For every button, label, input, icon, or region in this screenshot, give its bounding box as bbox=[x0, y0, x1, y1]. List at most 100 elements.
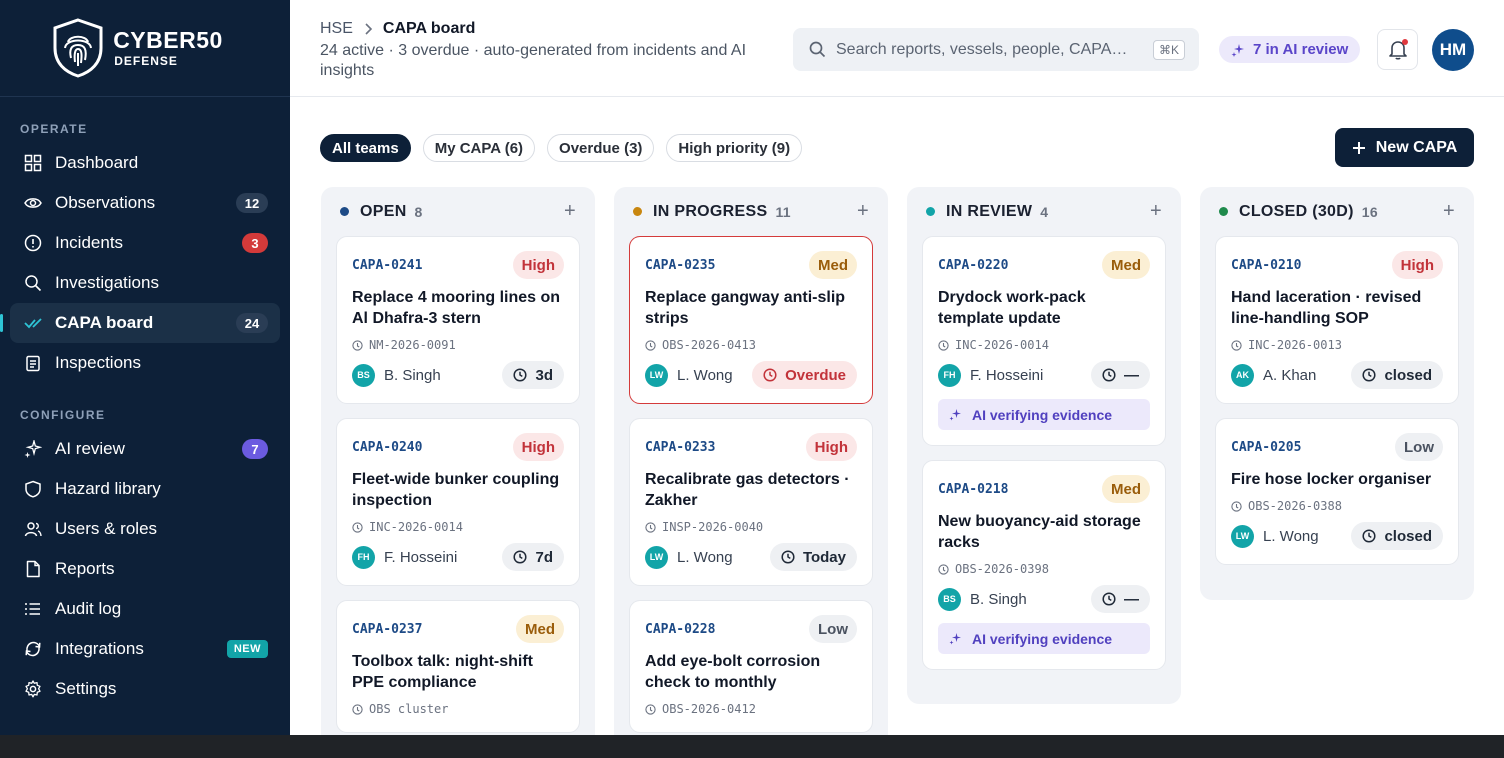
source-link-icon bbox=[352, 339, 363, 351]
ai-review-label: 7 in AI review bbox=[1253, 41, 1349, 58]
source-ref[interactable]: OBS-2026-0412 bbox=[645, 702, 857, 716]
source-ref[interactable]: INC-2026-0013 bbox=[1231, 338, 1443, 352]
sidebar-item-dashboard[interactable]: Dashboard bbox=[10, 143, 280, 183]
brand-name: CYBER50 bbox=[113, 27, 223, 53]
alert-circle-icon bbox=[24, 234, 42, 252]
assignee-avatar: BS bbox=[352, 363, 375, 387]
source-ref[interactable]: INC-2026-0014 bbox=[352, 520, 564, 534]
ai-verifying-label: AI verifying evidence bbox=[972, 406, 1113, 423]
capa-id: CAPA-0228 bbox=[645, 621, 716, 637]
capa-card[interactable]: CAPA-0210 High Hand laceration · revised l… bbox=[1215, 236, 1459, 404]
sidebar-item-incidents[interactable]: Incidents 3 bbox=[10, 223, 280, 263]
source-ref[interactable]: INC-2026-0014 bbox=[938, 338, 1150, 352]
assignee[interactable]: BS B. Singh bbox=[352, 363, 441, 387]
new-capa-button[interactable]: New CAPA bbox=[1335, 128, 1474, 167]
sidebar-item-label: Integrations bbox=[55, 639, 144, 658]
card-title: Fire hose locker organiser bbox=[1231, 471, 1432, 488]
filter-chip-high-priority-9[interactable]: High priority (9) bbox=[666, 134, 803, 162]
capa-card[interactable]: CAPA-0220 Med Drydock work-pack template u… bbox=[922, 236, 1166, 446]
priority-badge: Med bbox=[1102, 475, 1150, 503]
sidebar-item-integrations[interactable]: Integrations NEW bbox=[10, 629, 280, 669]
capa-card[interactable]: CAPA-0237 Med Toolbox talk: night-shift PP… bbox=[336, 600, 580, 733]
sidebar-item-settings[interactable]: Settings bbox=[10, 669, 280, 709]
column-header: IN REVIEW 4 + bbox=[922, 187, 1166, 236]
add-card-icon[interactable]: + bbox=[564, 200, 576, 223]
refresh-icon bbox=[24, 640, 42, 658]
column-header: CLOSED (30D) 16 + bbox=[1215, 187, 1459, 236]
sidebar-item-ai-review[interactable]: AI review 7 bbox=[10, 429, 280, 469]
capa-card[interactable]: CAPA-0205 Low Fire hose locker organiser OB… bbox=[1215, 418, 1459, 565]
top-bar: HSE CAPA board 24 active · 3 overdue · a… bbox=[290, 0, 1504, 97]
capa-card[interactable]: CAPA-0233 High Recalibrate gas detectors ·… bbox=[629, 418, 873, 586]
source-ref[interactable]: NM-2026-0091 bbox=[352, 338, 564, 352]
sidebar-item-inspections[interactable]: Inspections bbox=[10, 343, 280, 383]
clock-icon bbox=[1102, 592, 1116, 606]
assignee[interactable]: FH F. Hosseini bbox=[938, 363, 1044, 387]
assignee[interactable]: LW L. Wong bbox=[1231, 524, 1319, 548]
source-ref[interactable]: OBS cluster bbox=[352, 702, 564, 716]
source-id: OBS-2026-0413 bbox=[662, 338, 756, 352]
card-title: Replace gangway anti-slip strips bbox=[645, 289, 846, 327]
sidebar: CYBER50 DEFENSE OPERATE Dashboard Observa… bbox=[0, 0, 290, 735]
capa-card[interactable]: CAPA-0240 High Fleet-wide bunker coupling … bbox=[336, 418, 580, 586]
breadcrumb-root[interactable]: HSE bbox=[320, 20, 353, 38]
brand-logo[interactable]: CYBER50 DEFENSE bbox=[0, 0, 290, 97]
search-input[interactable]: Search reports, vessels, people, CAPA… bbox=[836, 41, 1153, 59]
add-card-icon[interactable]: + bbox=[857, 200, 869, 223]
add-card-icon[interactable]: + bbox=[1443, 200, 1455, 223]
filter-chip-my-capa-6[interactable]: My CAPA (6) bbox=[422, 134, 536, 162]
column-title: IN REVIEW bbox=[946, 202, 1033, 220]
priority-badge: Low bbox=[809, 615, 857, 643]
sidebar-item-label: Dashboard bbox=[55, 153, 139, 172]
ai-verifying-banner: AI verifying evidence bbox=[938, 623, 1150, 654]
filter-chip-overdue-3[interactable]: Overdue (3) bbox=[547, 134, 655, 162]
ai-review-pill[interactable]: 7 in AI review bbox=[1219, 36, 1361, 63]
assignee[interactable]: FH F. Hosseini bbox=[352, 545, 457, 569]
sidebar-item-label: Incidents bbox=[55, 233, 124, 252]
user-avatar[interactable]: HM bbox=[1432, 29, 1474, 71]
os-taskbar bbox=[0, 735, 1504, 758]
clipboard-icon bbox=[24, 354, 42, 372]
assignee[interactable]: LW L. Wong bbox=[645, 363, 733, 387]
source-ref[interactable]: OBS-2026-0398 bbox=[938, 562, 1150, 576]
source-ref[interactable]: OBS-2026-0413 bbox=[645, 338, 857, 352]
sidebar-item-audit-log[interactable]: Audit log bbox=[10, 589, 280, 629]
source-ref[interactable]: OBS-2026-0388 bbox=[1231, 499, 1443, 513]
nav-operate: Dashboard Observations 12 Incidents 3 Investi… bbox=[0, 143, 290, 383]
source-id: INSP-2026-0040 bbox=[662, 520, 764, 534]
assignee[interactable]: LW L. Wong bbox=[645, 545, 733, 569]
fingerprint-shield-logo-icon bbox=[53, 18, 103, 78]
source-ref[interactable]: INSP-2026-0040 bbox=[645, 520, 857, 534]
nav-configure: AI review 7 Hazard library Users & roles Rep… bbox=[0, 429, 290, 709]
sidebar-item-users-roles[interactable]: Users & roles bbox=[10, 509, 280, 549]
source-link-icon bbox=[645, 339, 656, 351]
notifications-button[interactable] bbox=[1377, 29, 1418, 70]
capa-card[interactable]: CAPA-0235 Med Replace gangway anti-slip st… bbox=[629, 236, 873, 404]
capa-id: CAPA-0218 bbox=[938, 481, 1009, 497]
capa-card[interactable]: CAPA-0218 Med New buoyancy-aid storage rac… bbox=[922, 460, 1166, 670]
assignee[interactable]: AK A. Khan bbox=[1231, 363, 1316, 387]
sidebar-item-reports[interactable]: Reports bbox=[10, 549, 280, 589]
source-link-icon bbox=[352, 521, 363, 533]
assignee[interactable]: BS B. Singh bbox=[938, 587, 1027, 611]
filter-chip-all-teams[interactable]: All teams bbox=[320, 134, 411, 162]
sidebar-item-label: Reports bbox=[55, 559, 115, 578]
capa-id: CAPA-0210 bbox=[1231, 257, 1302, 273]
search-bar[interactable]: Search reports, vessels, people, CAPA… ⌘… bbox=[793, 28, 1199, 71]
capa-card[interactable]: CAPA-0241 High Replace 4 mooring lines on … bbox=[336, 236, 580, 404]
add-card-icon[interactable]: + bbox=[1150, 200, 1162, 223]
search-shortcut: ⌘K bbox=[1152, 39, 1185, 60]
capa-card[interactable]: CAPA-0228 Low Add eye-bolt corrosion check… bbox=[629, 600, 873, 733]
sidebar-item-label: AI review bbox=[55, 439, 125, 458]
count-badge: 12 bbox=[236, 193, 268, 213]
sidebar-item-hazard-library[interactable]: Hazard library bbox=[10, 469, 280, 509]
sparkle-icon bbox=[1231, 43, 1244, 57]
sidebar-item-observations[interactable]: Observations 12 bbox=[10, 183, 280, 223]
assignee-avatar: BS bbox=[938, 587, 961, 611]
sidebar-item-capa-board[interactable]: CAPA board 24 bbox=[0, 303, 280, 343]
sidebar-item-label: Audit log bbox=[55, 599, 122, 618]
column-title: CLOSED (30D) bbox=[1239, 202, 1354, 220]
assignee-name: F. Hosseini bbox=[970, 366, 1044, 384]
assignee-name: B. Singh bbox=[970, 590, 1027, 608]
sidebar-item-investigations[interactable]: Investigations bbox=[10, 263, 280, 303]
